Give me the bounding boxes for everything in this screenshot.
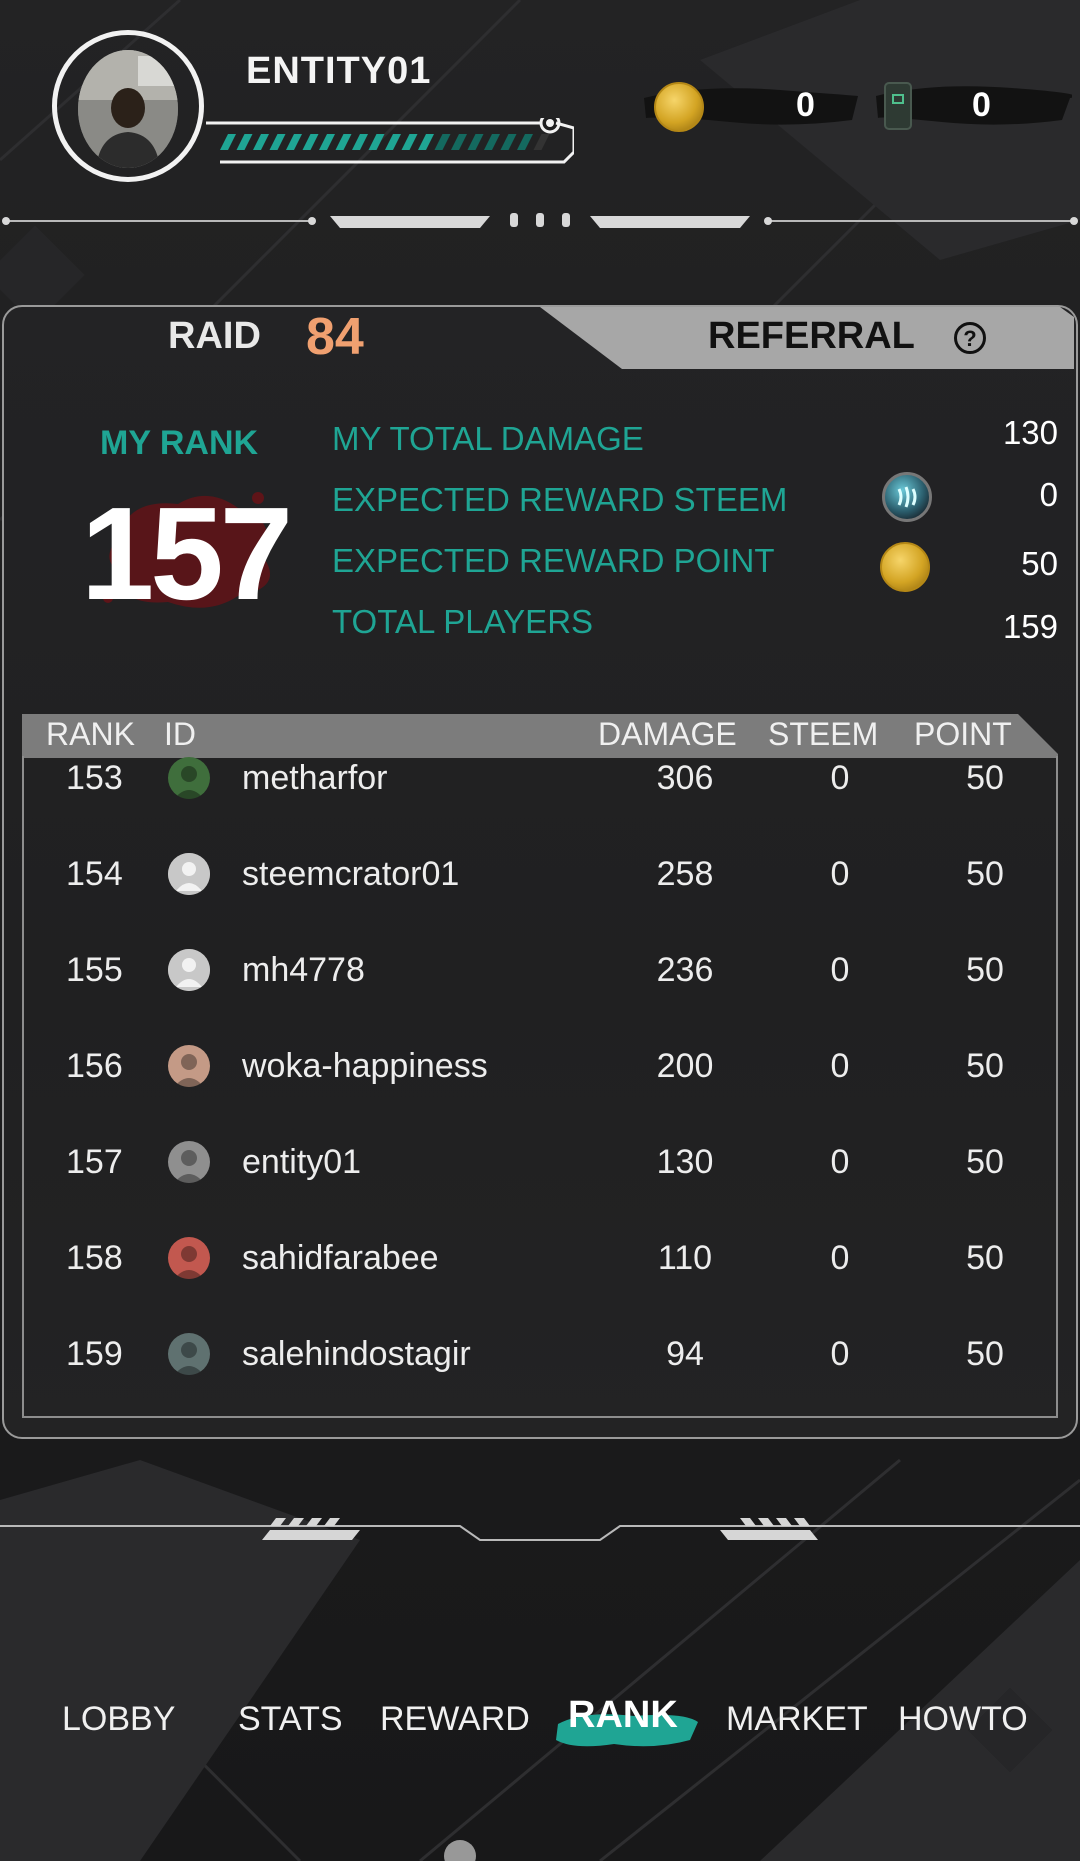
steem-cell: 0 bbox=[830, 1047, 850, 1085]
xp-segment bbox=[401, 134, 418, 150]
damage-cell: 110 bbox=[657, 1239, 713, 1277]
rank-cell: 154 bbox=[66, 855, 123, 893]
player-id-cell: sahidfarabee bbox=[242, 1239, 439, 1277]
rank-cell: 157 bbox=[66, 1143, 123, 1181]
point-cell: 50 bbox=[966, 759, 1004, 797]
xp-segment bbox=[451, 134, 467, 150]
rank-cell: 156 bbox=[66, 1047, 123, 1085]
tab-raid[interactable]: RAID bbox=[168, 315, 261, 358]
xp-segment bbox=[484, 134, 500, 150]
damage-cell: 130 bbox=[656, 1143, 714, 1181]
help-icon[interactable]: ? bbox=[954, 322, 986, 354]
table-row[interactable]: 155 mh4778 236 0 50 bbox=[0, 940, 1080, 1000]
xp-segment bbox=[253, 134, 269, 150]
point-cell: 50 bbox=[966, 855, 1004, 893]
gold-coin-icon bbox=[654, 82, 704, 132]
xp-segment bbox=[286, 134, 302, 150]
player-avatar bbox=[168, 1141, 210, 1183]
gold-coin-count: 0 bbox=[796, 86, 815, 124]
point-cell: 50 bbox=[966, 1239, 1004, 1277]
xp-segment bbox=[236, 134, 253, 150]
player-id-cell: woka-happiness bbox=[242, 1047, 488, 1085]
tab-referral[interactable]: REFERRAL bbox=[708, 315, 915, 358]
steem-cell: 0 bbox=[830, 1239, 850, 1277]
point-cell: 50 bbox=[966, 1143, 1004, 1181]
reward-point-label: EXPECTED REWARD POINT bbox=[332, 542, 775, 579]
profile-avatar[interactable] bbox=[78, 50, 178, 168]
damage-cell: 94 bbox=[666, 1335, 704, 1373]
xp-segment bbox=[319, 134, 335, 150]
player-id-cell: steemcrator01 bbox=[242, 855, 460, 893]
point-cell: 50 bbox=[966, 1335, 1004, 1373]
xp-segment bbox=[500, 134, 517, 150]
player-avatar bbox=[168, 949, 210, 991]
steem-cell: 0 bbox=[830, 1143, 850, 1181]
steem-cell: 0 bbox=[830, 855, 850, 893]
player-avatar bbox=[168, 1333, 210, 1375]
rank-cell: 155 bbox=[66, 951, 123, 989]
xp-segment bbox=[302, 134, 319, 150]
table-row[interactable]: 154 steemcrator01 258 0 50 bbox=[0, 844, 1080, 904]
steem-cell: 0 bbox=[830, 1335, 850, 1373]
total-players-value: 159 bbox=[1002, 608, 1058, 645]
reward-point-value: 50 bbox=[1021, 545, 1058, 582]
table-row[interactable]: 156 woka-happiness 200 0 50 bbox=[0, 1036, 1080, 1096]
xp-segment bbox=[418, 134, 434, 150]
total-players-label: TOTAL PLAYERS bbox=[332, 603, 594, 640]
player-id-cell: salehindostagir bbox=[242, 1335, 471, 1373]
my-rank-label: MY RANK bbox=[100, 424, 259, 462]
xp-progress-bar bbox=[206, 118, 574, 164]
reward-steem-label: EXPECTED REWARD STEEM bbox=[332, 481, 788, 518]
player-id-cell: metharfor bbox=[242, 759, 388, 797]
reward-steem-value: 0 bbox=[1039, 476, 1058, 513]
card-count: 0 bbox=[972, 86, 991, 124]
rank-cell: 159 bbox=[66, 1335, 123, 1373]
point-cell: 50 bbox=[966, 951, 1004, 989]
damage-cell: 306 bbox=[656, 759, 714, 797]
damage-cell: 200 bbox=[656, 1047, 714, 1085]
table-row[interactable]: 159 salehindostagir 94 0 50 bbox=[0, 1324, 1080, 1384]
steem-cell: 0 bbox=[830, 951, 850, 989]
nav-howto[interactable]: HOWTO bbox=[898, 1700, 1028, 1739]
xp-segment bbox=[335, 134, 352, 150]
nav-stats[interactable]: STATS bbox=[238, 1700, 343, 1739]
green-card-icon bbox=[884, 82, 912, 130]
table-row[interactable]: 153 metharfor 306 0 50 bbox=[0, 748, 1080, 808]
xp-segment bbox=[220, 134, 236, 150]
table-row[interactable]: 158 sahidfarabee 110 0 50 bbox=[0, 1228, 1080, 1288]
xp-segment bbox=[434, 134, 451, 150]
steem-cell: 0 bbox=[830, 759, 850, 797]
nav-market[interactable]: MARKET bbox=[726, 1700, 868, 1739]
xp-segment bbox=[533, 134, 550, 150]
username: ENTITY01 bbox=[246, 50, 432, 92]
player-avatar bbox=[168, 853, 210, 895]
xp-segment bbox=[368, 134, 385, 150]
xp-segment bbox=[269, 134, 286, 150]
player-id-cell: mh4778 bbox=[242, 951, 365, 989]
xp-segment bbox=[517, 134, 533, 150]
nav-lobby[interactable]: LOBBY bbox=[62, 1700, 175, 1739]
table-row[interactable]: 157 entity01 130 0 50 bbox=[0, 1132, 1080, 1192]
nav-rank[interactable]: RANK bbox=[568, 1694, 678, 1737]
xp-segment bbox=[385, 134, 401, 150]
player-id-cell: entity01 bbox=[242, 1143, 362, 1181]
rank-cell: 158 bbox=[66, 1239, 123, 1277]
total-damage-label: MY TOTAL DAMAGE bbox=[332, 420, 644, 457]
damage-cell: 258 bbox=[656, 855, 714, 893]
player-avatar bbox=[168, 1237, 210, 1279]
xp-segment bbox=[467, 134, 484, 150]
player-avatar bbox=[168, 1045, 210, 1087]
xp-segment bbox=[352, 134, 368, 150]
nav-reward[interactable]: REWARD bbox=[380, 1700, 530, 1739]
player-avatar bbox=[168, 757, 210, 799]
point-cell: 50 bbox=[966, 1047, 1004, 1085]
my-rank-value: 157 bbox=[80, 480, 293, 627]
rank-cell: 153 bbox=[66, 759, 123, 797]
total-damage-value: 130 bbox=[1002, 414, 1058, 451]
damage-cell: 236 bbox=[656, 951, 714, 989]
raid-number: 84 bbox=[306, 308, 364, 366]
